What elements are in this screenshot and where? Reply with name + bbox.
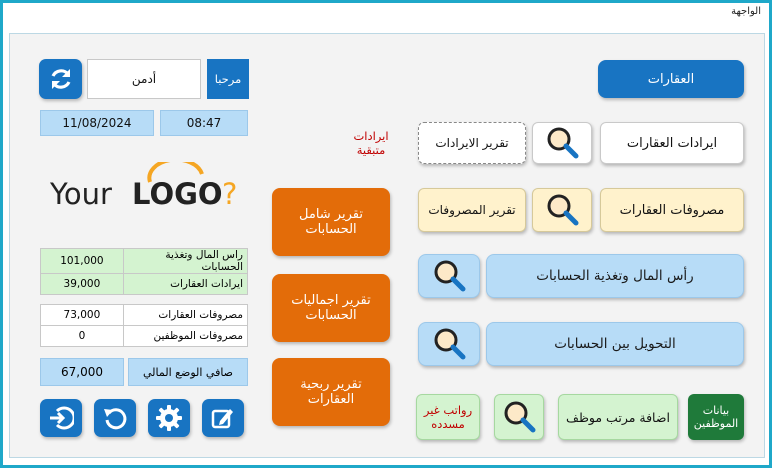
logo-question: ? <box>222 177 237 211</box>
logo-graphic: Your LOGO ? <box>49 157 237 211</box>
window-title: الواجهة <box>731 6 761 17</box>
search-icon <box>434 260 466 292</box>
summary-label: مصروفات العقارات <box>122 304 249 326</box>
summary-value: 73,000 <box>40 304 124 326</box>
employee-data-label: بيانات الموظفين <box>693 404 739 430</box>
revenues-report-label: تقرير الايرادات <box>435 136 509 150</box>
user-name: أدمن <box>131 72 157 86</box>
date-value: 11/08/2024 <box>62 116 132 130</box>
logout-button[interactable] <box>40 399 82 437</box>
settings-button[interactable] <box>148 399 190 437</box>
table-row: راس المال وتغذية الحسابات 101,000 <box>40 248 249 274</box>
summary-label: ايرادات العقارات <box>122 273 249 295</box>
summary-group-2: مصروفات العقارات 73,000 مصروفات الموظفين… <box>40 304 249 347</box>
welcome-text: مرحبا <box>214 72 242 86</box>
employee-data-button[interactable]: بيانات الموظفين <box>688 394 744 440</box>
summary-table-2: مصروفات العقارات 73,000 مصروفات الموظفين… <box>40 304 249 347</box>
gear-icon <box>156 405 182 431</box>
profitability-report-button[interactable]: تقرير ربحية العقارات <box>272 358 390 426</box>
totals-report-button[interactable]: تقرير اجماليات الحسابات <box>272 274 390 342</box>
transfer-accounts-button[interactable]: التحويل بين الحسابات <box>486 322 744 366</box>
edit-icon <box>211 409 233 429</box>
properties-button[interactable]: العقارات <box>598 60 744 98</box>
capital-funding-label: رأس المال وتغذية الحسابات <box>536 268 694 284</box>
net-position: صافي الوضع المالي 67,000 <box>40 358 248 386</box>
revenues-search-button[interactable] <box>532 122 592 164</box>
comprehensive-report-label: تقرير شامل الحسابات <box>299 207 363 237</box>
remaining-revenues-label: ايرادات متبقية <box>353 129 389 157</box>
expenses-search-button[interactable] <box>532 188 592 232</box>
table-row: مصروفات الموظفين 0 <box>40 325 249 347</box>
search-icon <box>547 194 579 226</box>
property-expenses-label: مصروفات العقارات <box>619 202 725 218</box>
edit-button[interactable] <box>202 399 244 437</box>
unpaid-salaries-button[interactable]: رواتب غير مسدده <box>416 394 480 440</box>
welcome-label: مرحبا <box>207 59 249 99</box>
capital-funding-button[interactable]: رأس المال وتغذية الحسابات <box>486 254 744 298</box>
table-row: ايرادات العقارات 39,000 <box>40 273 249 295</box>
title-bar: الواجهة <box>3 3 769 25</box>
time-value: 08:47 <box>186 116 222 130</box>
app-window: الواجهة أدمن مرحبا 11/08/2024 08:47 Your… <box>0 0 772 468</box>
revenues-report-button[interactable]: تقرير الايرادات <box>418 122 526 164</box>
user-name-field: أدمن <box>87 59 201 99</box>
net-value: 67,000 <box>40 358 124 386</box>
totals-report-label: تقرير اجماليات الحسابات <box>291 293 371 323</box>
undo-button[interactable] <box>94 399 136 437</box>
property-revenues-button[interactable]: ايرادات العقارات <box>600 122 744 164</box>
search-icon <box>547 127 579 159</box>
refresh-icon <box>51 69 70 89</box>
summary-label: مصروفات الموظفين <box>122 325 249 347</box>
logo-your: Your <box>49 177 112 211</box>
time-field: 08:47 <box>160 110 248 136</box>
summary-value: 101,000 <box>40 248 124 274</box>
transfer-search-button[interactable] <box>418 322 480 366</box>
salary-search-button[interactable] <box>494 394 544 440</box>
properties-label: العقارات <box>647 71 695 87</box>
logout-icon <box>50 406 74 430</box>
expenses-report-button[interactable]: تقرير المصروفات <box>418 188 526 232</box>
add-salary-label: اضافة مرتب موظف <box>566 409 670 425</box>
summary-label: راس المال وتغذية الحسابات <box>122 248 249 274</box>
date-field: 11/08/2024 <box>40 110 154 136</box>
summary-value: 0 <box>40 325 124 347</box>
property-revenues-label: ايرادات العقارات <box>626 135 718 151</box>
capital-search-button[interactable] <box>418 254 480 298</box>
table-row: مصروفات العقارات 73,000 <box>40 304 249 326</box>
net-label: صافي الوضع المالي <box>128 358 248 386</box>
add-salary-button[interactable]: اضافة مرتب موظف <box>558 394 678 440</box>
summary-value: 39,000 <box>40 273 124 295</box>
summary-table-1: راس المال وتغذية الحسابات 101,000 ايرادا… <box>40 248 249 295</box>
transfer-accounts-label: التحويل بين الحسابات <box>554 336 676 352</box>
search-icon <box>434 328 466 360</box>
search-icon <box>504 401 536 433</box>
remaining-revenues-button[interactable]: ايرادات متبقية <box>336 118 406 168</box>
company-logo: Your LOGO ? <box>48 157 248 212</box>
unpaid-salaries-label: رواتب غير مسدده <box>423 403 473 431</box>
profitability-report-label: تقرير ربحية العقارات <box>300 377 362 407</box>
main-panel: أدمن مرحبا 11/08/2024 08:47 Your LOGO ? … <box>9 33 765 458</box>
comprehensive-report-button[interactable]: تقرير شامل الحسابات <box>272 188 390 256</box>
property-expenses-button[interactable]: مصروفات العقارات <box>600 188 744 232</box>
refresh-button[interactable] <box>39 59 82 99</box>
undo-icon <box>104 408 127 430</box>
summary-group-1: راس المال وتغذية الحسابات 101,000 ايرادا… <box>40 248 249 295</box>
expenses-report-label: تقرير المصروفات <box>428 203 516 217</box>
logo-logo: LOGO <box>132 177 223 211</box>
